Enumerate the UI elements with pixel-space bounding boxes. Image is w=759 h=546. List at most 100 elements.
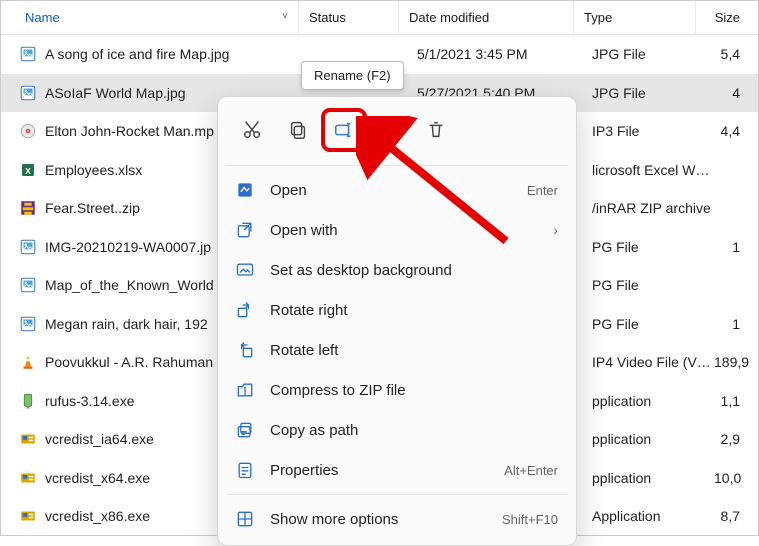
file-size: 5,4 xyxy=(714,46,758,62)
share-button[interactable] xyxy=(370,111,410,149)
file-icon xyxy=(19,45,37,63)
file-icon xyxy=(19,315,37,333)
file-icon xyxy=(19,507,37,525)
copypath-icon xyxy=(234,419,256,441)
col-type-label: Type xyxy=(584,10,612,25)
ctx-rotate-right[interactable]: Rotate right xyxy=(218,290,576,330)
file-size: 1 xyxy=(714,239,758,255)
ctx-label: Properties xyxy=(270,462,490,479)
file-size: 8,7 xyxy=(714,508,758,524)
ctx-set-bg[interactable]: Set as desktop background xyxy=(218,250,576,290)
file-size: 189,9 xyxy=(714,354,759,370)
file-type: PG File xyxy=(592,316,714,332)
ctx-label: Rotate left xyxy=(270,342,558,359)
ctx-compress-zip[interactable]: Compress to ZIP file xyxy=(218,370,576,410)
file-date: 5/1/2021 3:45 PM xyxy=(417,46,592,62)
file-type: /inRAR ZIP archive xyxy=(592,200,714,216)
share-icon xyxy=(379,119,401,141)
openwith-icon xyxy=(234,219,256,241)
file-size: 2,9 xyxy=(714,431,758,447)
ctx-copy-path[interactable]: Copy as path xyxy=(218,410,576,450)
rename-button[interactable] xyxy=(324,111,364,149)
file-type: IP4 Video File (VL… xyxy=(592,354,714,370)
delete-button[interactable] xyxy=(416,111,456,149)
file-icon xyxy=(19,392,37,410)
col-type[interactable]: Type xyxy=(574,1,696,34)
ctx-label: Rotate right xyxy=(270,302,558,319)
col-status-label: Status xyxy=(309,10,346,25)
file-size: 10,0 xyxy=(714,470,759,486)
file-icon xyxy=(19,238,37,256)
context-toolbar xyxy=(218,105,576,161)
col-size[interactable]: Size xyxy=(696,1,758,34)
col-size-label: Size xyxy=(715,10,740,25)
file-name: Fear.Street..zip xyxy=(45,200,140,216)
ctx-accel: Enter xyxy=(527,183,558,198)
svg-text:X: X xyxy=(25,167,31,176)
sort-caret-icon: ˅ xyxy=(282,11,288,22)
setbg-icon xyxy=(234,259,256,281)
file-name: rufus-3.14.exe xyxy=(45,393,135,409)
ctx-properties[interactable]: Properties Alt+Enter xyxy=(218,450,576,490)
file-name: IMG-20210219-WA0007.jp xyxy=(45,239,211,255)
context-divider xyxy=(226,165,568,166)
file-type: Application xyxy=(592,508,714,524)
column-headers: Name ˅ Status Date modified Type Size xyxy=(1,1,758,35)
cut-icon xyxy=(241,119,263,141)
cut-button[interactable] xyxy=(232,111,272,149)
file-icon: X xyxy=(19,161,37,179)
ctx-more-label: Show more options xyxy=(270,511,488,528)
file-name: Employees.xlsx xyxy=(45,162,142,178)
delete-icon xyxy=(425,119,447,141)
col-name-label: Name xyxy=(25,10,60,25)
file-name: A song of ice and fire Map.jpg xyxy=(45,46,229,62)
file-size: 4 xyxy=(714,85,758,101)
ctx-label: Compress to ZIP file xyxy=(270,382,558,399)
file-name: vcredist_ia64.exe xyxy=(45,431,154,447)
col-date-label: Date modified xyxy=(409,10,489,25)
file-type: JPG File xyxy=(592,85,714,101)
file-name: Elton John-Rocket Man.mp xyxy=(45,123,214,139)
file-name: Megan rain, dark hair, 192 xyxy=(45,316,208,332)
file-name: vcredist_x64.exe xyxy=(45,470,150,486)
open-icon xyxy=(234,179,256,201)
rename-tooltip: Rename (F2) xyxy=(301,61,404,90)
file-type: pplication xyxy=(592,431,714,447)
file-type: licrosoft Excel W… xyxy=(592,162,714,178)
ctx-open-with[interactable]: Open with› xyxy=(218,210,576,250)
file-icon xyxy=(19,199,37,217)
file-icon xyxy=(19,430,37,448)
ctx-label: Copy as path xyxy=(270,422,558,439)
copy-icon xyxy=(287,119,309,141)
ctx-rotate-left[interactable]: Rotate left xyxy=(218,330,576,370)
ctx-accel: Alt+Enter xyxy=(504,463,558,478)
zip-icon xyxy=(234,379,256,401)
file-name: ASoIaF World Map.jpg xyxy=(45,85,186,101)
col-date[interactable]: Date modified xyxy=(399,1,574,34)
file-name: Poovukkul - A.R. Rahuman xyxy=(45,354,213,370)
chevron-right-icon: › xyxy=(553,222,558,238)
ctx-open[interactable]: OpenEnter xyxy=(218,170,576,210)
col-status[interactable]: Status xyxy=(299,1,399,34)
context-divider-2 xyxy=(226,494,568,495)
file-type: PG File xyxy=(592,239,714,255)
context-menu: OpenEnterOpen with› Set as desktop backgr… xyxy=(217,96,577,546)
col-name[interactable]: Name ˅ xyxy=(1,1,299,34)
rotl-icon xyxy=(234,339,256,361)
file-type: IP3 File xyxy=(592,123,714,139)
file-type: pplication xyxy=(592,470,714,486)
file-icon xyxy=(19,122,37,140)
ctx-show-more[interactable]: Show more options Shift+F10 xyxy=(218,499,576,539)
file-size: 1,1 xyxy=(714,393,758,409)
file-icon xyxy=(19,84,37,102)
file-name: vcredist_x86.exe xyxy=(45,508,150,524)
ctx-label: Set as desktop background xyxy=(270,262,558,279)
file-type: JPG File xyxy=(592,46,714,62)
copy-button[interactable] xyxy=(278,111,318,149)
tooltip-text: Rename (F2) xyxy=(314,68,391,83)
file-name: Map_of_the_Known_World xyxy=(45,277,214,293)
file-icon xyxy=(19,276,37,294)
props-icon xyxy=(234,459,256,481)
file-size: 4,4 xyxy=(714,123,758,139)
file-type: pplication xyxy=(592,393,714,409)
